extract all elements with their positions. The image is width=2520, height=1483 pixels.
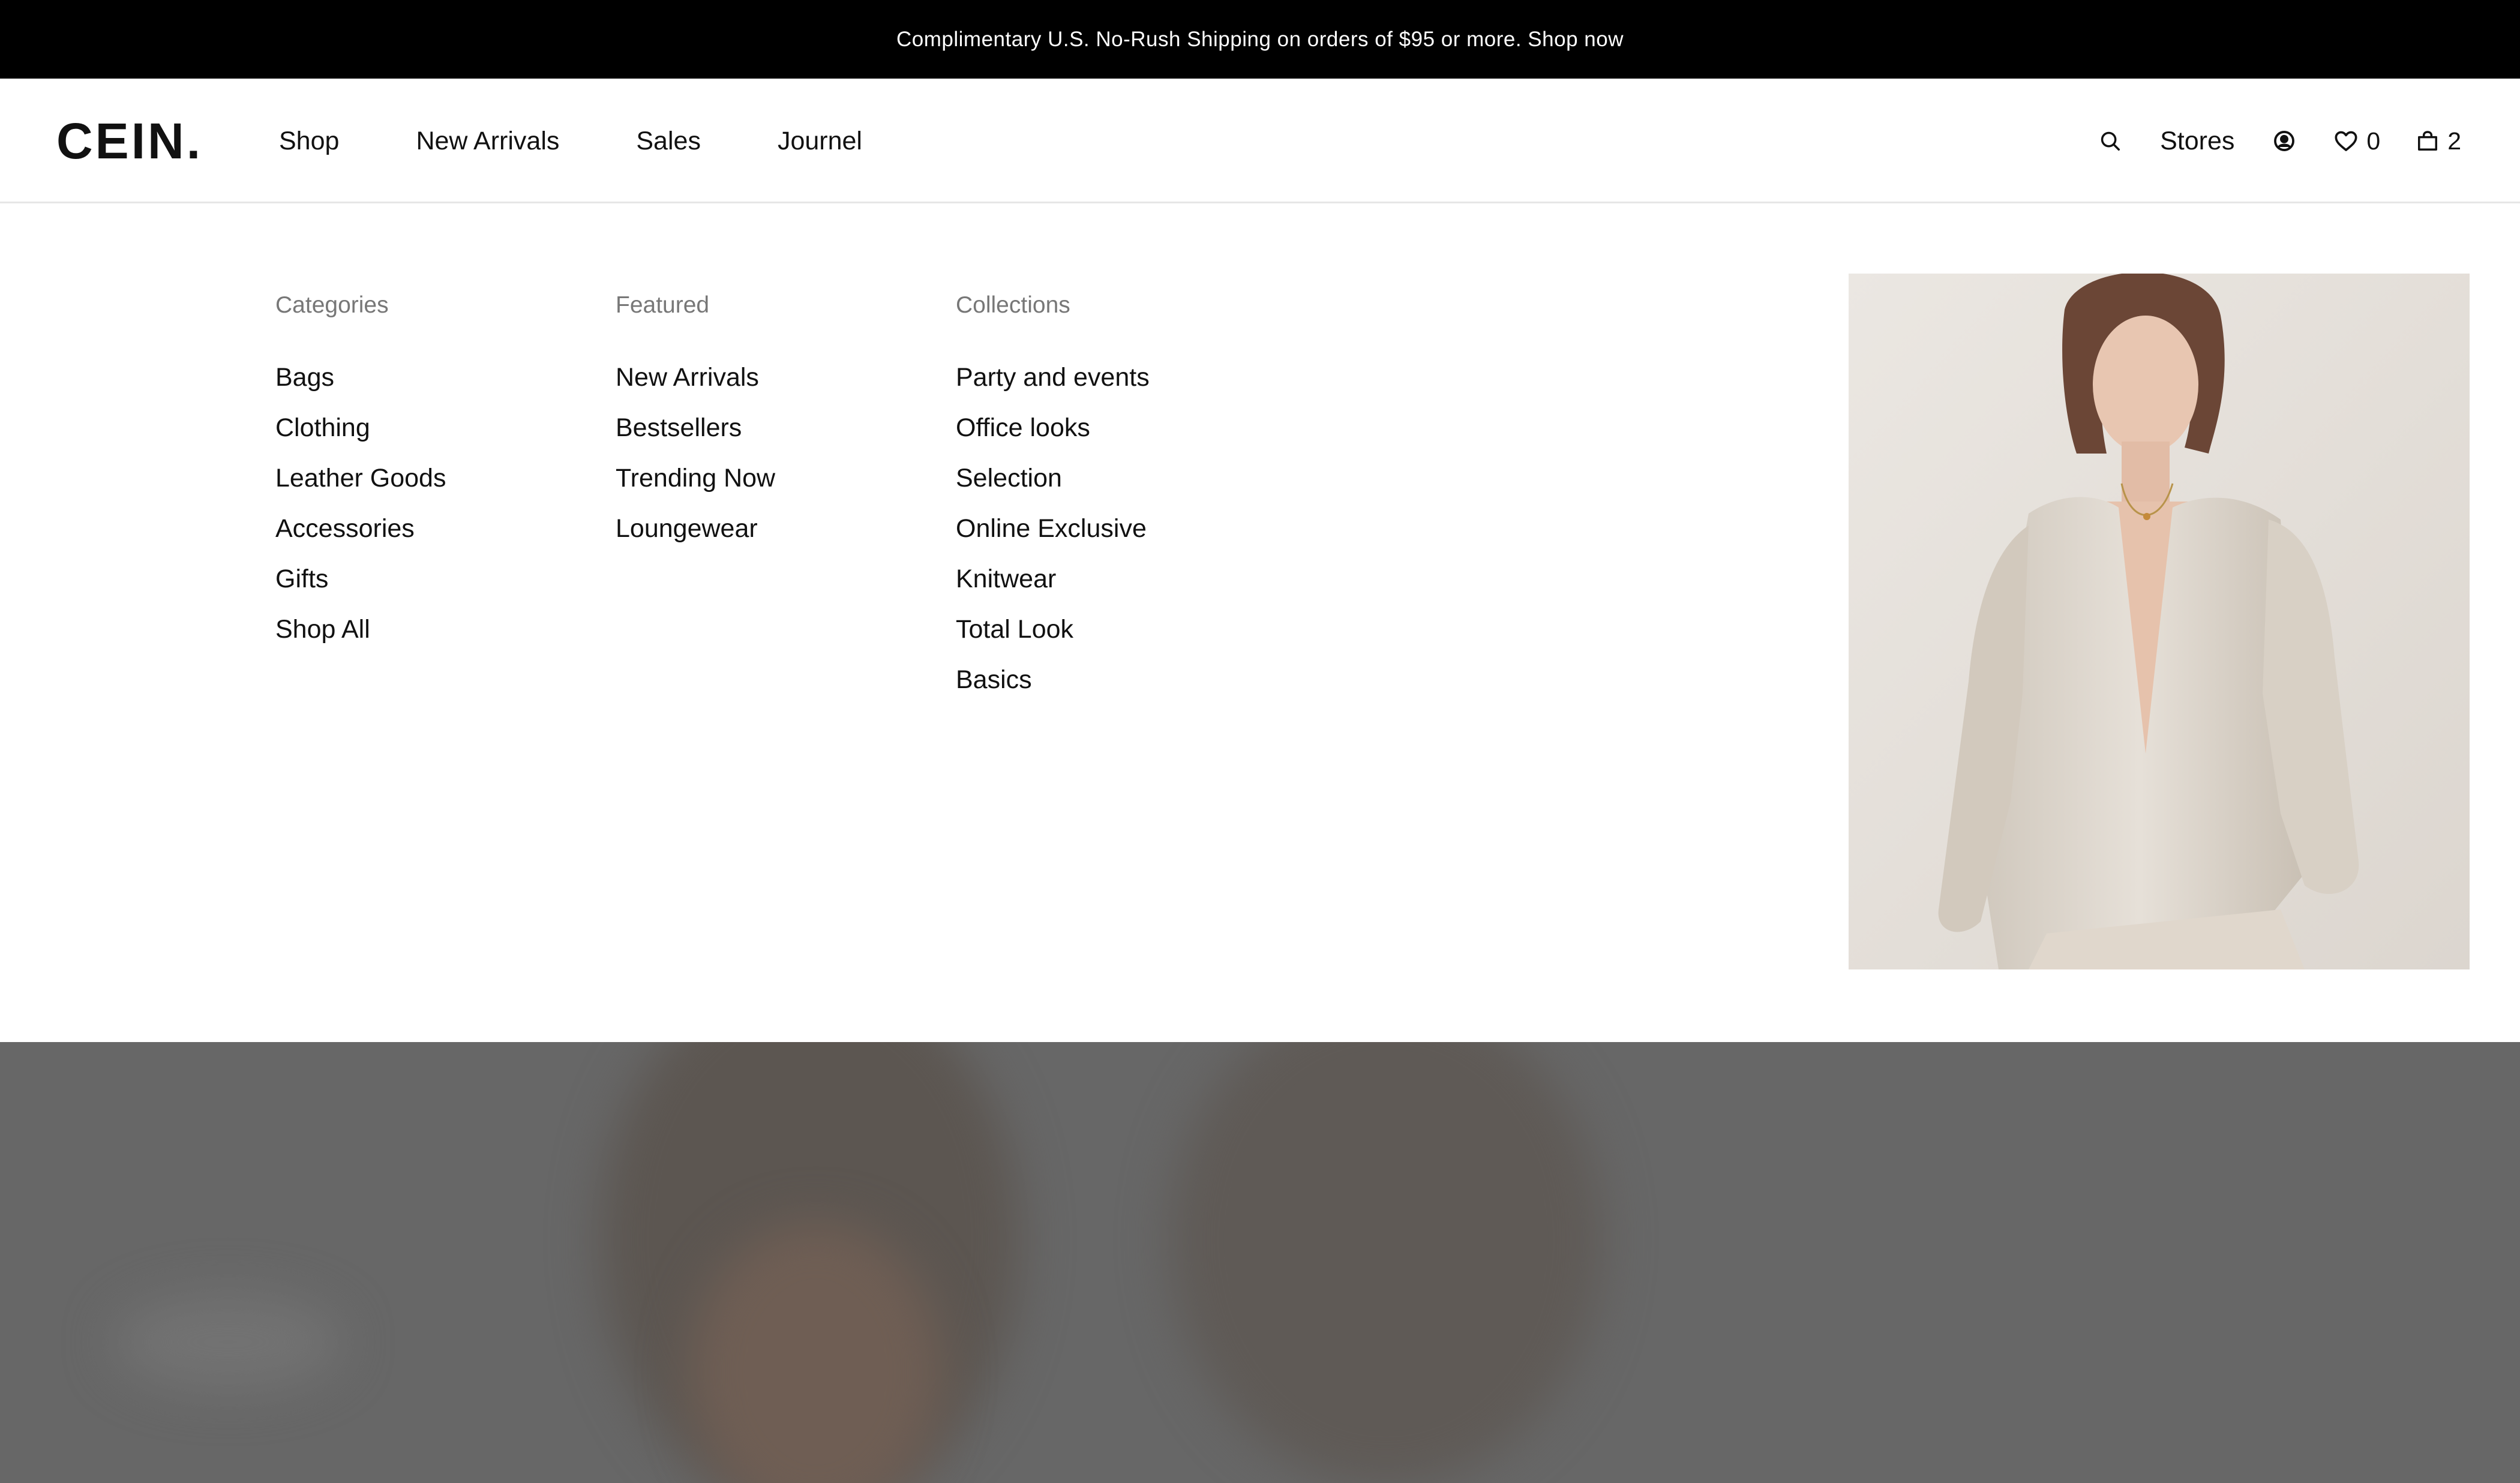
promo-image[interactable] (1849, 274, 2470, 969)
search-icon[interactable] (2099, 130, 2122, 152)
menu-link-knitwear[interactable]: Knitwear (956, 564, 1150, 594)
nav-shop[interactable]: Shop (279, 127, 339, 156)
wishlist-button[interactable]: 0 (2334, 127, 2380, 155)
menu-link-leather-goods[interactable]: Leather Goods (275, 463, 446, 493)
model-photo (1849, 274, 2470, 969)
menu-link-party-and-events[interactable]: Party and events (956, 362, 1150, 392)
menu-link-bestsellers[interactable]: Bestsellers (616, 413, 775, 443)
collections-column: Collections Party and events Office look… (956, 290, 1150, 715)
featured-heading: Featured (616, 292, 710, 318)
menu-link-office-looks[interactable]: Office looks (956, 413, 1150, 443)
page-overlay[interactable] (0, 1042, 2520, 1483)
account-icon[interactable] (2273, 130, 2296, 152)
shop-mega-menu: Categories Bags Clothing Leather Goods A… (0, 203, 2520, 1042)
nav-new-arrivals[interactable]: New Arrivals (416, 127, 559, 156)
background-shape (114, 1294, 342, 1390)
menu-link-gifts[interactable]: Gifts (275, 564, 446, 594)
menu-link-trending-now[interactable]: Trending Now (616, 463, 775, 493)
utility-nav: Stores 0 2 (2099, 79, 2461, 203)
announcement-text[interactable]: Complimentary U.S. No-Rush Shipping on o… (896, 28, 1624, 52)
announcement-bar[interactable]: Complimentary U.S. No-Rush Shipping on o… (0, 0, 2520, 79)
nav-journel[interactable]: Journel (778, 127, 862, 156)
brand-logo[interactable]: CEIN. (56, 111, 203, 171)
heart-icon (2334, 130, 2358, 152)
stores-link[interactable]: Stores (2160, 127, 2234, 156)
categories-column: Categories Bags Clothing Leather Goods A… (275, 290, 446, 665)
menu-link-online-exclusive[interactable]: Online Exclusive (956, 514, 1150, 544)
site-header: CEIN. Shop New Arrivals Sales Journel St… (0, 79, 2520, 203)
menu-link-new-arrivals[interactable]: New Arrivals (616, 362, 775, 392)
featured-column: Featured New Arrivals Bestsellers Trendi… (616, 290, 775, 564)
menu-link-accessories[interactable]: Accessories (275, 514, 446, 544)
menu-link-selection[interactable]: Selection (956, 463, 1150, 493)
menu-link-shop-all[interactable]: Shop All (275, 614, 446, 644)
bag-button[interactable]: 2 (2416, 127, 2461, 155)
menu-link-loungewear[interactable]: Loungewear (616, 514, 775, 544)
menu-link-clothing[interactable]: Clothing (275, 413, 446, 443)
menu-link-bags[interactable]: Bags (275, 362, 446, 392)
shopping-bag-icon (2416, 130, 2439, 152)
menu-link-total-look[interactable]: Total Look (956, 614, 1150, 644)
background-shape (1170, 1042, 1602, 1483)
nav-sales[interactable]: Sales (636, 127, 701, 156)
categories-heading: Categories (275, 292, 389, 318)
menu-link-basics[interactable]: Basics (956, 665, 1150, 695)
bag-count: 2 (2447, 127, 2461, 155)
wishlist-count: 0 (2366, 127, 2381, 155)
collections-heading: Collections (956, 292, 1070, 318)
main-nav: Shop New Arrivals Sales Journel (279, 79, 862, 203)
